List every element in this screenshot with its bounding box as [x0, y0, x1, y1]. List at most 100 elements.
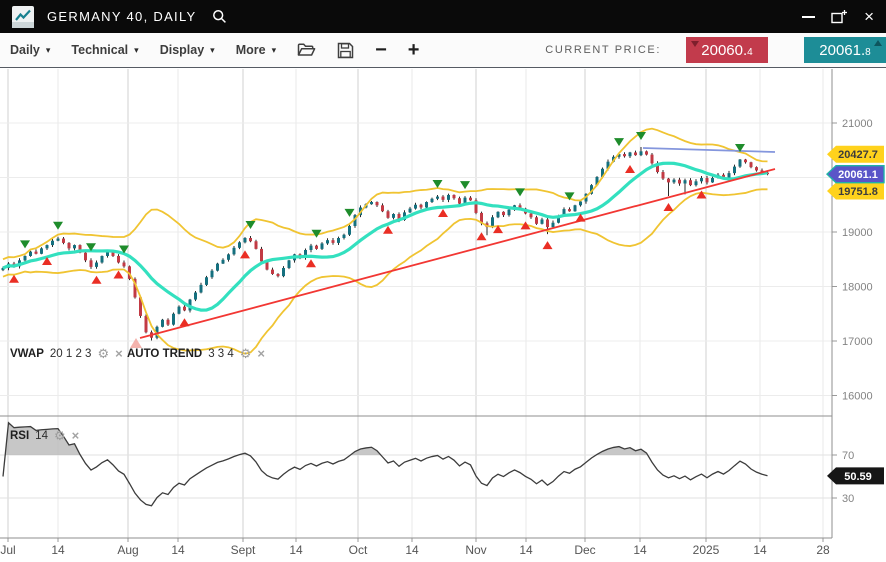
- candle-body: [546, 219, 549, 227]
- candle-body: [117, 256, 120, 263]
- sell-signal-marker: [345, 209, 355, 217]
- buy-signal-marker: [9, 275, 19, 283]
- candle-body: [381, 205, 384, 211]
- candle-body: [348, 226, 351, 235]
- candle-body: [205, 277, 208, 285]
- rsi-indicator-label: RSI 14 ⚙ ×: [10, 429, 79, 442]
- chevron-down-icon: ▾: [46, 45, 51, 56]
- candle-body: [57, 239, 60, 241]
- rsi-line: [3, 423, 768, 506]
- candle-body: [574, 205, 577, 211]
- sell-signal-marker: [614, 138, 624, 146]
- price-axis-label: 19000: [842, 227, 873, 239]
- buy-signal-marker: [625, 165, 635, 173]
- price-axis-label: 16000: [842, 391, 873, 403]
- candle-body: [744, 160, 747, 163]
- candle-body: [700, 178, 703, 181]
- candle-body: [739, 160, 742, 167]
- candle-body: [530, 213, 533, 217]
- candle-body: [95, 263, 98, 267]
- candle-body: [343, 235, 346, 238]
- candle-body: [469, 198, 472, 201]
- ask-price-badge[interactable]: 20061.8: [804, 37, 886, 63]
- autotrend-indicator-label: AUTO TREND 3 3 4 ⚙ ×: [127, 347, 265, 360]
- sell-signal-marker: [460, 181, 470, 189]
- minimize-button[interactable]: [802, 16, 815, 18]
- candle-body: [277, 274, 280, 276]
- candle-body: [249, 238, 252, 241]
- close-button[interactable]: ×: [864, 8, 874, 25]
- candle-body: [579, 201, 582, 205]
- gear-icon[interactable]: ⚙: [54, 429, 66, 442]
- x-axis-label: Dec: [574, 543, 595, 557]
- zoom-out-button[interactable]: −: [375, 40, 387, 60]
- candle-body: [194, 292, 197, 299]
- candle-body: [370, 202, 373, 204]
- candle-body: [178, 307, 181, 314]
- candle-body: [755, 167, 758, 170]
- menu-display[interactable]: Display ▾: [160, 43, 215, 57]
- candle-body: [200, 285, 203, 293]
- popout-icon[interactable]: [831, 9, 848, 24]
- close-icon[interactable]: ×: [257, 347, 265, 360]
- candle-body: [29, 252, 32, 256]
- menu-technical[interactable]: Technical ▾: [71, 43, 138, 57]
- chevron-down-icon: ▾: [134, 45, 139, 56]
- candle-body: [640, 151, 643, 155]
- candle-body: [145, 316, 148, 332]
- candle-body: [447, 195, 450, 200]
- x-axis-label: 14: [633, 543, 647, 557]
- candle-body: [645, 151, 648, 154]
- vwap-indicator-label: VWAP 20 1 2 3 ⚙ ×: [10, 347, 123, 360]
- chart-svg[interactable]: Jul14Aug14Sept14Oct14Nov14Dec14202514282…: [0, 68, 886, 562]
- current-price-label: CURRENT PRICE:: [545, 44, 661, 56]
- close-icon[interactable]: ×: [115, 347, 123, 360]
- x-axis-label: 14: [289, 543, 303, 557]
- sell-signal-marker: [53, 222, 63, 230]
- candle-body: [216, 264, 219, 271]
- candle-body: [414, 205, 417, 209]
- gear-icon[interactable]: ⚙: [97, 347, 109, 360]
- candle-body: [244, 238, 247, 242]
- save-icon[interactable]: [337, 42, 354, 59]
- vwap-lower-band: [3, 189, 768, 353]
- candle-body: [409, 209, 412, 213]
- candle-body: [502, 212, 505, 215]
- menu-more[interactable]: More ▾: [236, 43, 276, 57]
- candle-body: [51, 241, 54, 245]
- sell-signal-marker: [515, 188, 525, 196]
- candle-body: [68, 243, 71, 248]
- candle-body: [255, 241, 258, 249]
- candle-body: [233, 248, 236, 255]
- search-icon[interactable]: [212, 9, 227, 24]
- candle-body: [458, 198, 461, 203]
- zoom-in-button[interactable]: +: [408, 40, 420, 60]
- candle-body: [332, 240, 335, 243]
- x-axis-label: 2025: [693, 543, 720, 557]
- x-axis-label: 14: [519, 543, 533, 557]
- candle-body: [420, 205, 423, 208]
- candle-body: [552, 223, 555, 227]
- candle-body: [222, 260, 225, 264]
- lower-band-price-tag-text: 19751.8: [838, 186, 878, 198]
- bid-price-badge[interactable]: 20060.4: [686, 37, 768, 63]
- close-icon[interactable]: ×: [72, 429, 80, 442]
- open-folder-icon[interactable]: [297, 42, 316, 58]
- candle-body: [46, 245, 49, 248]
- gear-icon[interactable]: ⚙: [240, 347, 252, 360]
- candle-body: [695, 181, 698, 185]
- price-axis-label: 21000: [842, 118, 873, 130]
- price-axis-label: 18000: [842, 282, 873, 294]
- x-axis-label: Aug: [117, 543, 138, 557]
- candle-body: [260, 249, 263, 262]
- trading-app-window: GERMANY 40, DAILY × Daily ▾: [0, 0, 886, 562]
- buy-signal-marker: [306, 259, 316, 267]
- candle-body: [392, 214, 395, 218]
- rsi-axis-label: 30: [842, 493, 854, 505]
- candle-body: [238, 242, 241, 247]
- buy-signal-marker: [180, 318, 190, 326]
- candle-body: [123, 263, 126, 267]
- menu-daily[interactable]: Daily ▾: [10, 43, 50, 57]
- candle-body: [733, 167, 736, 174]
- x-axis-label: Sept: [231, 543, 256, 557]
